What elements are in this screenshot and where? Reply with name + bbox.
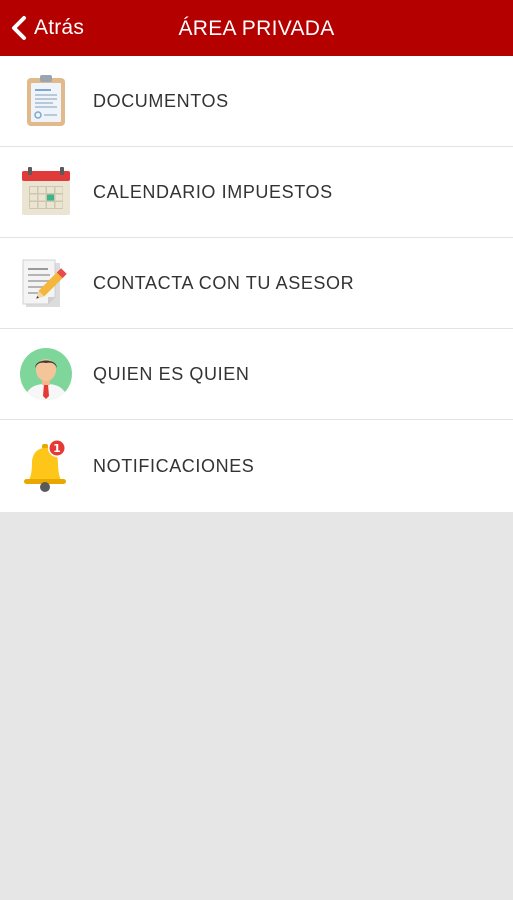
calendar-icon bbox=[18, 164, 74, 220]
menu-item-label: QUIEN ES QUIEN bbox=[93, 363, 250, 384]
menu-item-label: CONTACTA CON TU ASESOR bbox=[93, 272, 355, 293]
menu-list: DOCUMENTOS CALENDARIO IMPUESTOS CONTACTA… bbox=[0, 56, 513, 512]
document-pencil-icon bbox=[18, 255, 74, 311]
back-button[interactable]: Atrás bbox=[8, 0, 84, 56]
person-avatar-icon bbox=[18, 346, 74, 402]
menu-item-label: DOCUMENTOS bbox=[93, 90, 229, 111]
menu-item-documentos[interactable]: DOCUMENTOS bbox=[0, 56, 513, 147]
menu-item-label: CALENDARIO IMPUESTOS bbox=[93, 181, 333, 202]
menu-item-label: NOTIFICACIONES bbox=[93, 455, 255, 476]
chevron-left-icon bbox=[8, 14, 30, 42]
app-header: Atrás ÁREA PRIVADA bbox=[0, 0, 513, 56]
menu-item-notificaciones[interactable]: 1 NOTIFICACIONES bbox=[0, 420, 513, 512]
menu-item-quien-es-quien[interactable]: QUIEN ES QUIEN bbox=[0, 329, 513, 420]
notification-badge: 1 bbox=[53, 442, 61, 455]
menu-item-contacta-asesor[interactable]: CONTACTA CON TU ASESOR bbox=[0, 238, 513, 329]
bell-icon: 1 bbox=[18, 438, 74, 494]
back-label: Atrás bbox=[34, 16, 85, 39]
clipboard-icon bbox=[18, 73, 74, 129]
menu-item-calendario-impuestos[interactable]: CALENDARIO IMPUESTOS bbox=[0, 147, 513, 238]
